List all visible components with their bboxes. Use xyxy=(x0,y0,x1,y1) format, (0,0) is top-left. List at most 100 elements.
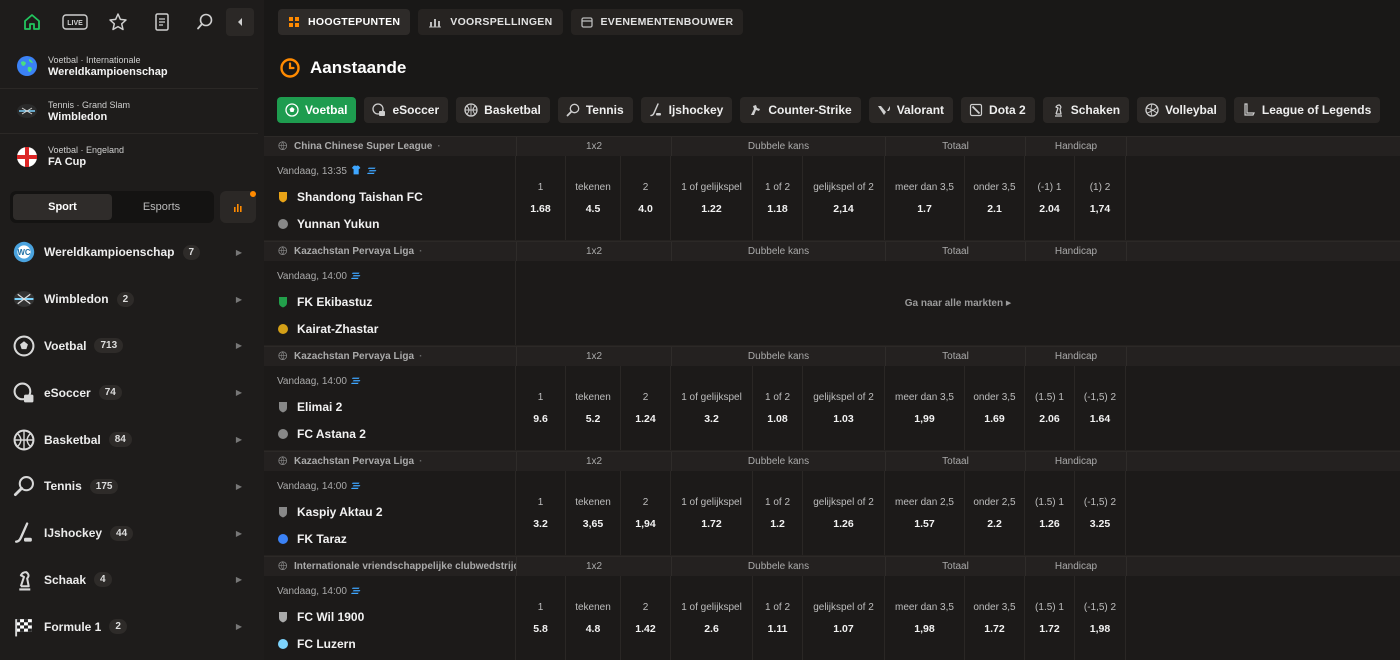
odds-button[interactable]: 1 of 2 1.11 xyxy=(753,576,803,660)
chip-schaken[interactable]: Schaken xyxy=(1042,97,1130,123)
odds-button[interactable]: 2 4.0 xyxy=(621,156,671,240)
odds-button[interactable]: (-1,5) 2 1.64 xyxy=(1075,366,1126,450)
chip-tennis[interactable]: Tennis xyxy=(557,97,633,123)
chip-basketbal[interactable]: Basketbal xyxy=(456,97,550,123)
sidebar-sport-item[interactable]: eSoccer 74 ▶ xyxy=(0,369,264,416)
odds-button[interactable]: 1 of 2 1.2 xyxy=(753,471,803,555)
match-info[interactable]: Vandaag, 14:00 FK Ekibastuz Kairat-Zhast… xyxy=(264,261,516,345)
odds-button[interactable]: onder 3,5 1.69 xyxy=(965,366,1025,450)
chip-volleybal[interactable]: Volleybal xyxy=(1137,97,1226,123)
match-info[interactable]: Vandaag, 13:35 Shandong Taishan FC Yunna… xyxy=(264,156,516,240)
featured-fa-cup[interactable]: Voetbal · Engeland FA Cup xyxy=(0,134,258,179)
odds-button[interactable]: 1 of gelijkspel 2.6 xyxy=(671,576,753,660)
league-name[interactable]: Kazachstan Pervaya Liga · xyxy=(264,347,516,366)
league-name[interactable]: China Chinese Super League · xyxy=(264,137,516,156)
sidebar-sport-item[interactable]: Formule 1 2 ▶ xyxy=(0,603,264,650)
league-name[interactable]: Kazachstan Pervaya Liga · xyxy=(264,242,516,261)
odds-label: meer dan 3,5 xyxy=(895,601,954,613)
odds-button[interactable]: gelijkspel of 2 1.07 xyxy=(803,576,885,660)
chip-esoccer[interactable]: eSoccer xyxy=(364,97,449,123)
collapse-sidebar-button[interactable] xyxy=(226,8,255,36)
home-icon[interactable] xyxy=(10,0,53,44)
league-name[interactable]: Kazachstan Pervaya Liga · xyxy=(264,452,516,471)
sidebar-sport-item[interactable]: Basketbal 84 ▶ xyxy=(0,416,264,463)
chart-icon xyxy=(429,19,442,28)
switch-sport[interactable]: Sport xyxy=(13,194,112,220)
odds-button[interactable]: (1.5) 1 1.72 xyxy=(1025,576,1075,660)
search-icon[interactable] xyxy=(183,0,226,44)
match-info[interactable]: Vandaag, 14:00 Elimai 2 FC Astana 2 xyxy=(264,366,516,450)
odds-button[interactable]: tekenen 4.8 xyxy=(566,576,621,660)
nav-voorspellingen[interactable]: VOORSPELLINGEN xyxy=(418,9,563,35)
nav-evenementenbouwer[interactable]: EVENEMENTENBOUWER xyxy=(570,9,744,35)
nav-hoogtepunten[interactable]: HOOGTEPUNTEN xyxy=(278,9,411,35)
odds-button[interactable]: 1 of gelijkspel 3.2 xyxy=(671,366,753,450)
odds-button[interactable]: tekenen 4.5 xyxy=(566,156,621,240)
odds-button[interactable]: (1.5) 1 2.06 xyxy=(1025,366,1075,450)
league-name[interactable]: Internationale vriendschappelijke clubwe… xyxy=(264,557,516,576)
market-group-header: 1x2 xyxy=(516,557,671,576)
featured-wimbledon[interactable]: Tennis · Grand Slam Wimbledon xyxy=(0,89,258,134)
all-markets-link[interactable]: Ga naar alle markten ▶ xyxy=(516,261,1400,345)
odds-label: 2 xyxy=(642,181,649,193)
odds-value: 1.69 xyxy=(984,412,1005,425)
odds-value: 2,14 xyxy=(833,202,854,215)
league-header: Kazachstan Pervaya Liga · 1x2 Dubbele kans T… xyxy=(264,346,1400,366)
odds-button[interactable]: 1 of 2 1.18 xyxy=(753,156,803,240)
chip-dota-2[interactable]: Dota 2 xyxy=(961,97,1035,123)
odds-button[interactable]: onder 2,5 2.2 xyxy=(965,471,1025,555)
odds-button[interactable]: 1 5.8 xyxy=(516,576,566,660)
odds-button[interactable]: meer dan 3,5 1,99 xyxy=(885,366,965,450)
odds-button[interactable]: 2 1.42 xyxy=(621,576,671,660)
odds-value: 1.7 xyxy=(917,202,932,215)
live-icon[interactable]: LIVE xyxy=(53,0,96,44)
odds-button[interactable]: (1.5) 1 1.26 xyxy=(1025,471,1075,555)
home-team-logo xyxy=(279,507,287,518)
sidebar-sport-item[interactable]: Schaak 4 ▶ xyxy=(0,557,264,604)
sidebar-sport-item[interactable]: IJshockey 44 ▶ xyxy=(0,510,264,557)
odds-button[interactable]: 1 of gelijkspel 1.72 xyxy=(671,471,753,555)
odds-button[interactable]: 2 1.24 xyxy=(621,366,671,450)
odds-button[interactable]: gelijkspel of 2 2,14 xyxy=(803,156,885,240)
odds-button[interactable]: 1 1.68 xyxy=(516,156,566,240)
match-info[interactable]: Vandaag, 14:00 Kaspiy Aktau 2 FK Taraz xyxy=(264,471,516,555)
sidebar-sport-item[interactable]: WC Wereldkampioenschap 7 ▶ xyxy=(0,229,264,276)
chip-voetbal[interactable]: Voetbal xyxy=(277,97,357,123)
odds-button[interactable]: 2 1,94 xyxy=(621,471,671,555)
odds-button[interactable]: 1 of 2 1.08 xyxy=(753,366,803,450)
odds-button[interactable]: tekenen 5.2 xyxy=(566,366,621,450)
sidebar-sport-item[interactable]: Wimbledon 2 ▶ xyxy=(0,276,264,323)
sidebar-sport-item[interactable]: Voetbal 713 ▶ xyxy=(0,323,264,370)
odds-button[interactable]: onder 3,5 1.72 xyxy=(965,576,1025,660)
market-group-header: 1x2 xyxy=(516,452,671,471)
chip-ijshockey[interactable]: Ijshockey xyxy=(640,97,733,123)
top-navigation: HOOGTEPUNTEN VOORSPELLINGEN EVENEMENTENB… xyxy=(264,0,1400,44)
chip-valorant[interactable]: Valorant xyxy=(868,97,954,123)
odds-button[interactable]: gelijkspel of 2 1.26 xyxy=(803,471,885,555)
switch-esports[interactable]: Esports xyxy=(112,194,211,220)
star-icon[interactable] xyxy=(97,0,140,44)
odds-button[interactable]: 1 3.2 xyxy=(516,471,566,555)
odds-button[interactable]: gelijkspel of 2 1.03 xyxy=(803,366,885,450)
odds-button[interactable]: 1 of gelijkspel 1.22 xyxy=(671,156,753,240)
featured-worldcup[interactable]: Voetbal · Internationale Wereldkampioens… xyxy=(0,44,258,89)
betslip-icon[interactable] xyxy=(140,0,183,44)
sidebar-sport-item[interactable]: Tennis 175 ▶ xyxy=(0,463,264,510)
featured-name: FA Cup xyxy=(48,156,87,168)
sport-esports-switch: Sport Esports xyxy=(10,191,214,223)
match-info[interactable]: Vandaag, 14:00 FC Wil 1900 FC Luzern xyxy=(264,576,516,660)
odds-button[interactable]: (-1) 1 2.04 xyxy=(1025,156,1075,240)
odds-button[interactable]: meer dan 2,5 1.57 xyxy=(885,471,965,555)
away-team-name: Kairat-Zhastar xyxy=(297,322,379,336)
odds-button[interactable]: (1) 2 1,74 xyxy=(1075,156,1126,240)
odds-button[interactable]: tekenen 3,65 xyxy=(566,471,621,555)
odds-button[interactable]: onder 3,5 2.1 xyxy=(965,156,1025,240)
odds-button[interactable]: 1 9.6 xyxy=(516,366,566,450)
odds-button[interactable]: meer dan 3,5 1.7 xyxy=(885,156,965,240)
odds-button[interactable]: meer dan 3,5 1,98 xyxy=(885,576,965,660)
chip-counter-strike[interactable]: Counter-Strike xyxy=(740,97,861,123)
odds-button[interactable]: (-1,5) 2 3.25 xyxy=(1075,471,1126,555)
stats-button[interactable] xyxy=(220,191,256,223)
odds-button[interactable]: (-1,5) 2 1,98 xyxy=(1075,576,1126,660)
chip-league-of-legends[interactable]: League of Legends xyxy=(1233,97,1381,123)
